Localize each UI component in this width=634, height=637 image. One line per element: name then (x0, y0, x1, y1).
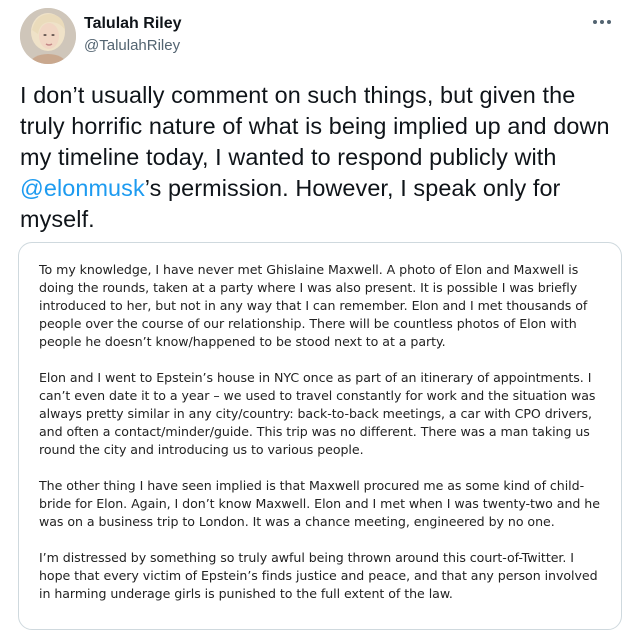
tweet: Talulah Riley @TalulahRiley I don’t usua… (0, 0, 634, 637)
statement-paragraph: I’m distressed by something so truly awf… (39, 550, 598, 601)
more-horizontal-icon[interactable] (590, 14, 614, 30)
more-dot (593, 20, 597, 24)
author-names: Talulah Riley @TalulahRiley (84, 14, 182, 56)
statement-paragraph: To my knowledge, I have never met Ghisla… (39, 262, 588, 349)
tweet-text: I don’t usually comment on such things, … (20, 80, 620, 235)
tweet-text-before: I don’t usually comment on such things, … (20, 82, 610, 170)
author-handle[interactable]: @TalulahRiley (84, 36, 182, 56)
statement-body: To my knowledge, I have never met Ghisla… (39, 261, 609, 621)
statement-paragraph: The other thing I have seen implied is t… (39, 478, 600, 529)
avatar-image (20, 8, 76, 64)
statement-paragraph: Elon and I went to Epstein’s house in NY… (39, 370, 596, 457)
attached-statement-image[interactable]: To my knowledge, I have never met Ghisla… (18, 242, 622, 630)
mention-link[interactable]: @elonmusk (20, 175, 145, 201)
avatar[interactable] (20, 8, 76, 64)
more-dot (607, 20, 611, 24)
author-display-name[interactable]: Talulah Riley (84, 14, 182, 34)
tweet-header: Talulah Riley @TalulahRiley (18, 8, 618, 68)
more-dot (600, 20, 604, 24)
